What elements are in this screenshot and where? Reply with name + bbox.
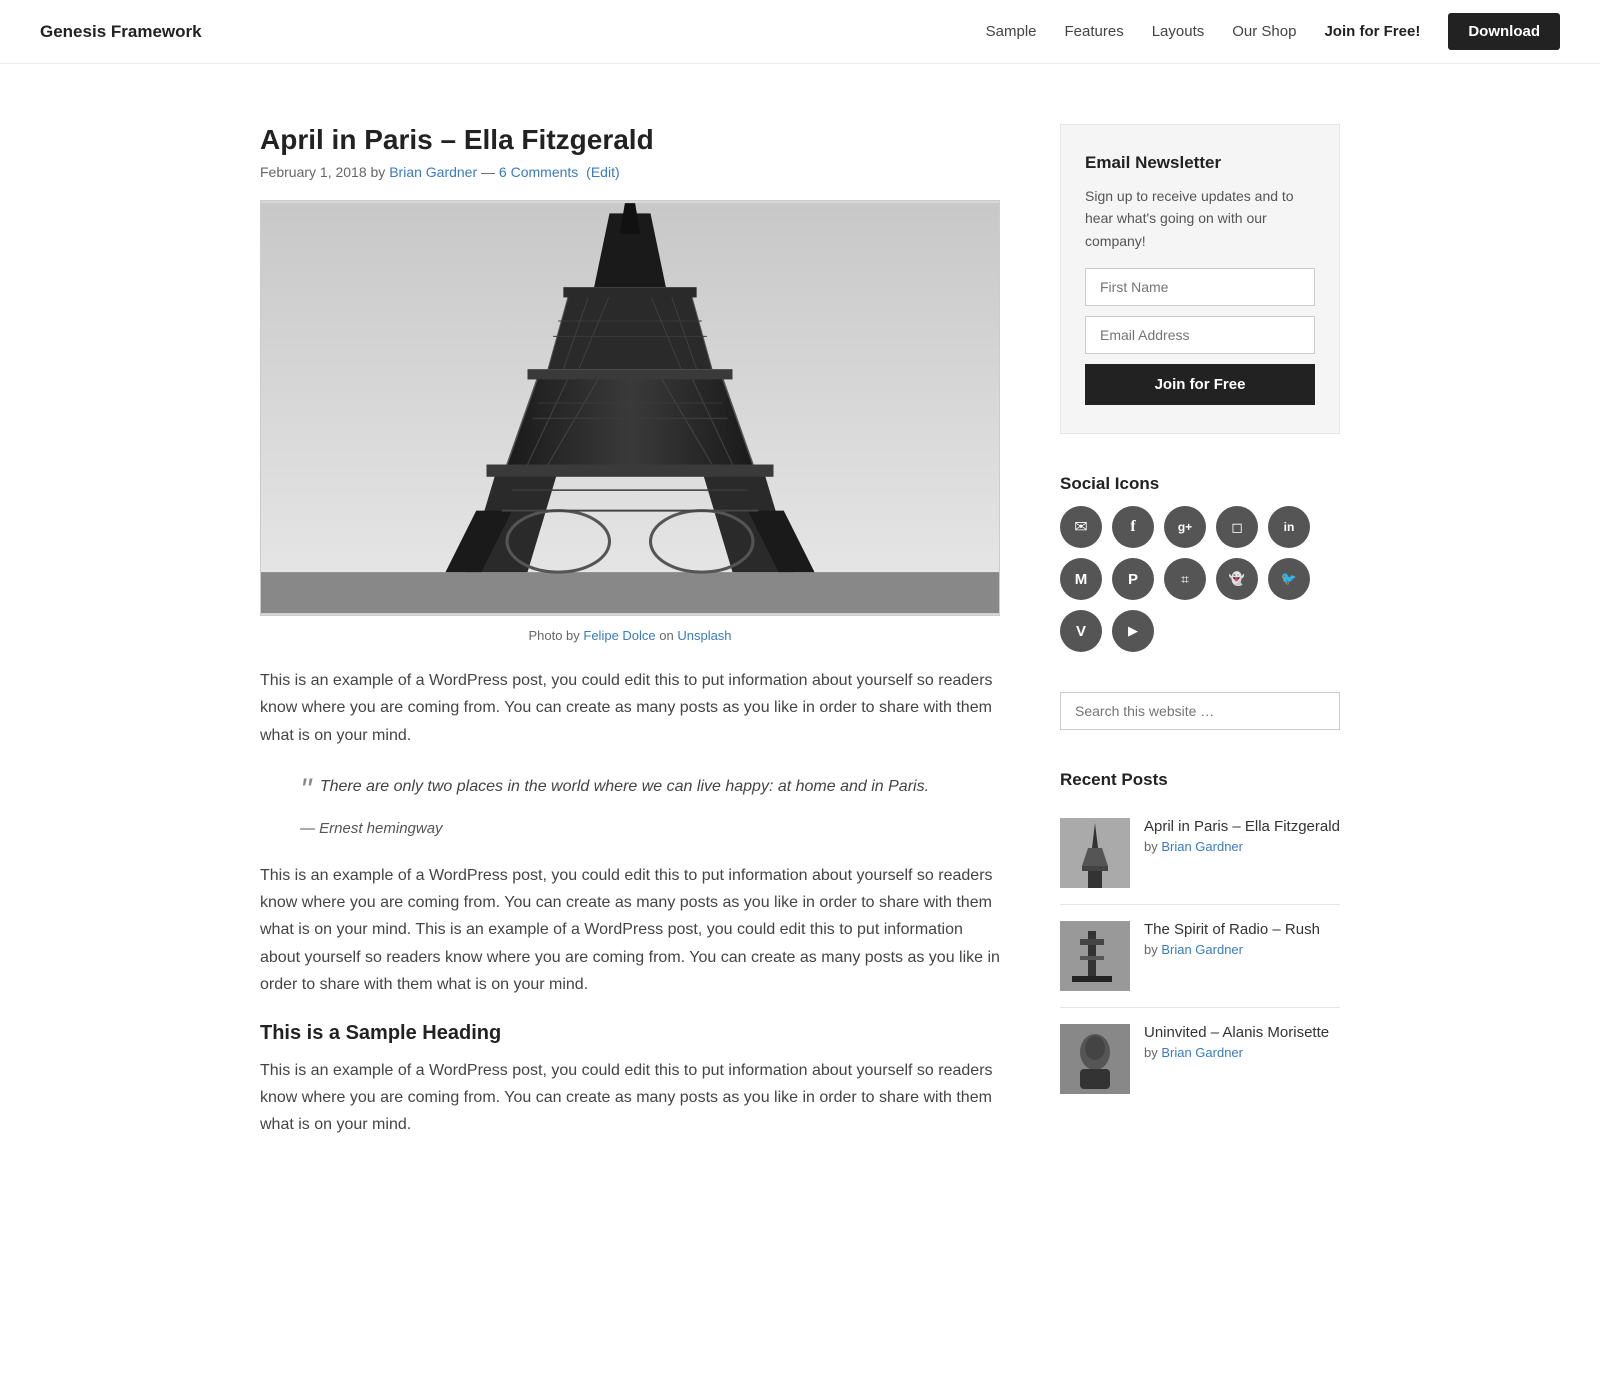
vimeo-icon[interactable]: V — [1060, 610, 1102, 652]
email-icon[interactable]: ✉ — [1060, 506, 1102, 548]
recent-post-item-1: April in Paris – Ella Fitzgerald by Bria… — [1060, 802, 1340, 905]
post-subheading: This is a Sample Heading — [260, 1022, 1000, 1045]
recent-post-author-2[interactable]: Brian Gardner — [1161, 942, 1243, 957]
photo-credit-platform[interactable]: Unsplash — [677, 628, 731, 643]
recent-post-by-3: by Brian Gardner — [1144, 1045, 1340, 1060]
rss-icon[interactable]: ⌗ — [1164, 558, 1206, 600]
post-comments-link[interactable]: 6 Comments — [499, 164, 578, 180]
linkedin-icon[interactable]: in — [1268, 506, 1310, 548]
newsletter-widget: Email Newsletter Sign up to receive upda… — [1060, 124, 1340, 434]
newsletter-title: Email Newsletter — [1085, 153, 1315, 173]
recent-post-info-1: April in Paris – Ella Fitzgerald by Bria… — [1144, 818, 1340, 854]
search-input[interactable] — [1060, 692, 1340, 730]
post-blockquote: " There are only two places in the world… — [280, 773, 1000, 838]
site-content: April in Paris – Ella Fitzgerald Februar… — [220, 64, 1380, 1219]
post-title: April in Paris – Ella Fitzgerald — [260, 124, 1000, 156]
recent-post-by-1: by Brian Gardner — [1144, 839, 1340, 854]
sidebar: Email Newsletter Sign up to receive upda… — [1060, 124, 1340, 1159]
social-icons-widget: Social Icons ✉ f g+ ◻ in M P ⌗ 👻 🐦 V ▶ — [1060, 474, 1340, 652]
instagram-icon[interactable]: ◻ — [1216, 506, 1258, 548]
recent-post-thumb-2 — [1060, 921, 1130, 991]
twitter-icon[interactable]: 🐦 — [1268, 558, 1310, 600]
nav-join[interactable]: Join for Free! — [1324, 23, 1420, 40]
post-body: This is an example of a WordPress post, … — [260, 667, 1000, 1138]
recent-posts-widget: Recent Posts April in Paris – Ella Fitzg… — [1060, 770, 1340, 1110]
join-for-free-button[interactable]: Join for Free — [1085, 364, 1315, 405]
email-address-field[interactable] — [1085, 316, 1315, 354]
facebook-icon[interactable]: f — [1112, 506, 1154, 548]
post-paragraph-2: This is an example of a WordPress post, … — [260, 862, 1000, 998]
first-name-field[interactable] — [1085, 268, 1315, 306]
post-paragraph-3: This is an example of a WordPress post, … — [260, 1057, 1000, 1139]
blockquote-text: There are only two places in the world w… — [320, 778, 929, 795]
post-featured-image — [260, 200, 1000, 616]
recent-post-title-2: The Spirit of Radio – Rush — [1144, 921, 1340, 938]
recent-post-title-1: April in Paris – Ella Fitzgerald — [1144, 818, 1340, 835]
main-content: April in Paris – Ella Fitzgerald Februar… — [260, 124, 1000, 1159]
recent-post-author-3[interactable]: Brian Gardner — [1161, 1045, 1243, 1060]
nav-sample[interactable]: Sample — [986, 23, 1037, 40]
social-icons-grid: ✉ f g+ ◻ in M P ⌗ 👻 🐦 V ▶ — [1060, 506, 1340, 652]
main-nav: Sample Features Layouts Our Shop Join fo… — [986, 13, 1560, 50]
post-author-link[interactable]: Brian Gardner — [389, 164, 477, 180]
recent-post-item-2: The Spirit of Radio – Rush by Brian Gard… — [1060, 905, 1340, 1008]
snapchat-icon[interactable]: 👻 — [1216, 558, 1258, 600]
post-date: February 1, 2018 — [260, 164, 367, 180]
medium-icon[interactable]: M — [1060, 558, 1102, 600]
nav-our-shop[interactable]: Our Shop — [1232, 23, 1296, 40]
quote-mark-icon: " — [300, 772, 311, 808]
recent-post-title-3: Uninvited – Alanis Morisette — [1144, 1024, 1340, 1041]
newsletter-desc: Sign up to receive updates and to hear w… — [1085, 185, 1315, 252]
post-meta: February 1, 2018 by Brian Gardner — 6 Co… — [260, 164, 1000, 180]
recent-posts-title: Recent Posts — [1060, 770, 1340, 790]
photo-credit: Photo by Felipe Dolce on Unsplash — [260, 628, 1000, 643]
google-plus-icon[interactable]: g+ — [1164, 506, 1206, 548]
nav-features[interactable]: Features — [1065, 23, 1124, 40]
nav-layouts[interactable]: Layouts — [1152, 23, 1205, 40]
recent-post-info-2: The Spirit of Radio – Rush by Brian Gard… — [1144, 921, 1340, 957]
download-button[interactable]: Download — [1448, 13, 1560, 50]
search-widget — [1060, 692, 1340, 730]
site-title: Genesis Framework — [40, 22, 202, 42]
recent-post-by-2: by Brian Gardner — [1144, 942, 1340, 957]
post-edit: (Edit) — [586, 164, 619, 180]
recent-post-author-1[interactable]: Brian Gardner — [1161, 839, 1243, 854]
site-header: Genesis Framework Sample Features Layout… — [0, 0, 1600, 64]
photo-credit-author[interactable]: Felipe Dolce — [583, 628, 655, 643]
recent-post-thumb-1 — [1060, 818, 1130, 888]
social-icons-title: Social Icons — [1060, 474, 1340, 494]
youtube-icon[interactable]: ▶ — [1112, 610, 1154, 652]
pinterest-icon[interactable]: P — [1112, 558, 1154, 600]
blockquote-cite: — Ernest hemingway — [300, 820, 443, 837]
post-paragraph-1: This is an example of a WordPress post, … — [260, 667, 1000, 749]
recent-post-item-3: Uninvited – Alanis Morisette by Brian Ga… — [1060, 1008, 1340, 1110]
recent-post-thumb-3 — [1060, 1024, 1130, 1094]
recent-post-info-3: Uninvited – Alanis Morisette by Brian Ga… — [1144, 1024, 1340, 1060]
